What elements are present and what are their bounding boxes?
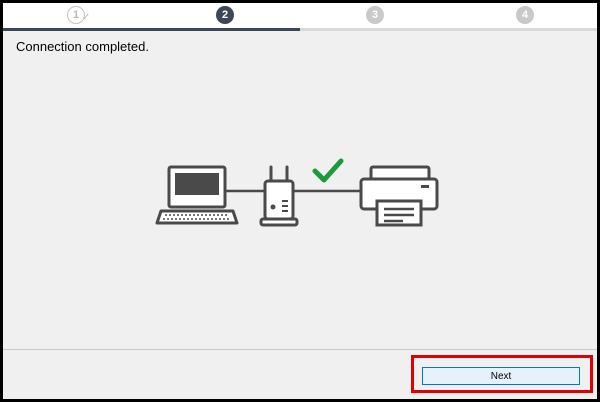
step-4-indicator: 4 (516, 6, 534, 24)
checkmark-icon (312, 158, 344, 183)
step-3-indicator: 3 (366, 6, 384, 24)
dialog-window: 1 ✓ 2 3 4 Connection completed. Next (3, 3, 597, 399)
step-indicator: 1 ✓ 2 3 4 (3, 3, 597, 31)
printer-icon (359, 165, 439, 227)
step-1-check-icon: ✓ (82, 12, 91, 23)
step-2-indicator: 2 (216, 6, 234, 24)
laptop-icon (155, 165, 239, 225)
wireless-router-icon (259, 165, 299, 227)
connection-illustration (155, 158, 439, 227)
next-button[interactable]: Next (422, 367, 580, 385)
progress-fill (3, 28, 300, 31)
footer-divider (3, 349, 597, 350)
status-message: Connection completed. (16, 39, 149, 54)
